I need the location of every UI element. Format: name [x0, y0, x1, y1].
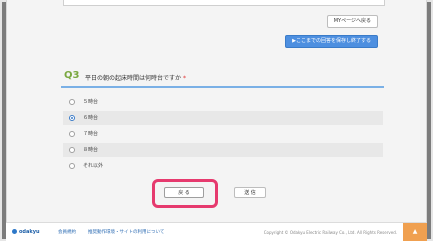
- radio-button[interactable]: [69, 147, 75, 153]
- question-text: 平日の朝の起床時間は何時台ですか *: [85, 73, 186, 82]
- save-and-exit-button[interactable]: ▶ここまでの回答を保存し終了する: [285, 35, 378, 48]
- footer-link-environment[interactable]: 推奨動作環境・サイトの利用について: [88, 229, 164, 235]
- option-label[interactable]: ８時台: [83, 146, 98, 153]
- footer: odakyu 会員規約 推奨動作環境・サイトの利用について Copyright …: [6, 222, 427, 241]
- page-top-button[interactable]: ▲: [403, 223, 427, 241]
- copyright-text: Copyright © Odakyu Electric Railway Co.,…: [263, 230, 397, 235]
- option-label[interactable]: それ以外: [83, 162, 103, 169]
- option-row[interactable]: ７時台: [63, 127, 383, 141]
- previous-question-box: [63, 0, 385, 6]
- required-mark: *: [183, 75, 187, 82]
- send-button[interactable]: 送 信: [234, 187, 266, 198]
- question-header: Q3 平日の朝の起床時間は何時台ですか *: [61, 70, 384, 88]
- odakyu-logo[interactable]: odakyu: [12, 229, 40, 235]
- question-label: 平日の朝の起床時間は何時台ですか: [85, 75, 182, 82]
- option-row[interactable]: ５時台: [63, 95, 383, 109]
- option-label[interactable]: ５時台: [83, 98, 98, 105]
- radio-button[interactable]: [69, 131, 75, 137]
- radio-button[interactable]: [69, 163, 75, 169]
- option-row[interactable]: それ以外: [63, 159, 383, 173]
- option-label[interactable]: ７時台: [83, 130, 98, 137]
- logo-text: odakyu: [19, 229, 40, 235]
- footer-link-members[interactable]: 会員規約: [58, 229, 76, 235]
- option-row[interactable]: ６時台: [63, 111, 383, 125]
- back-button[interactable]: 戻 る: [164, 187, 204, 198]
- arrow-up-icon: ▲: [412, 228, 418, 235]
- mypage-button[interactable]: MYページへ戻る: [326, 15, 378, 28]
- radio-button[interactable]: [69, 99, 75, 105]
- question-number: Q3: [64, 70, 80, 81]
- radio-button-selected[interactable]: [69, 115, 75, 121]
- logo-icon: [12, 229, 17, 234]
- option-label[interactable]: ６時台: [83, 114, 98, 121]
- option-row[interactable]: ８時台: [63, 143, 383, 157]
